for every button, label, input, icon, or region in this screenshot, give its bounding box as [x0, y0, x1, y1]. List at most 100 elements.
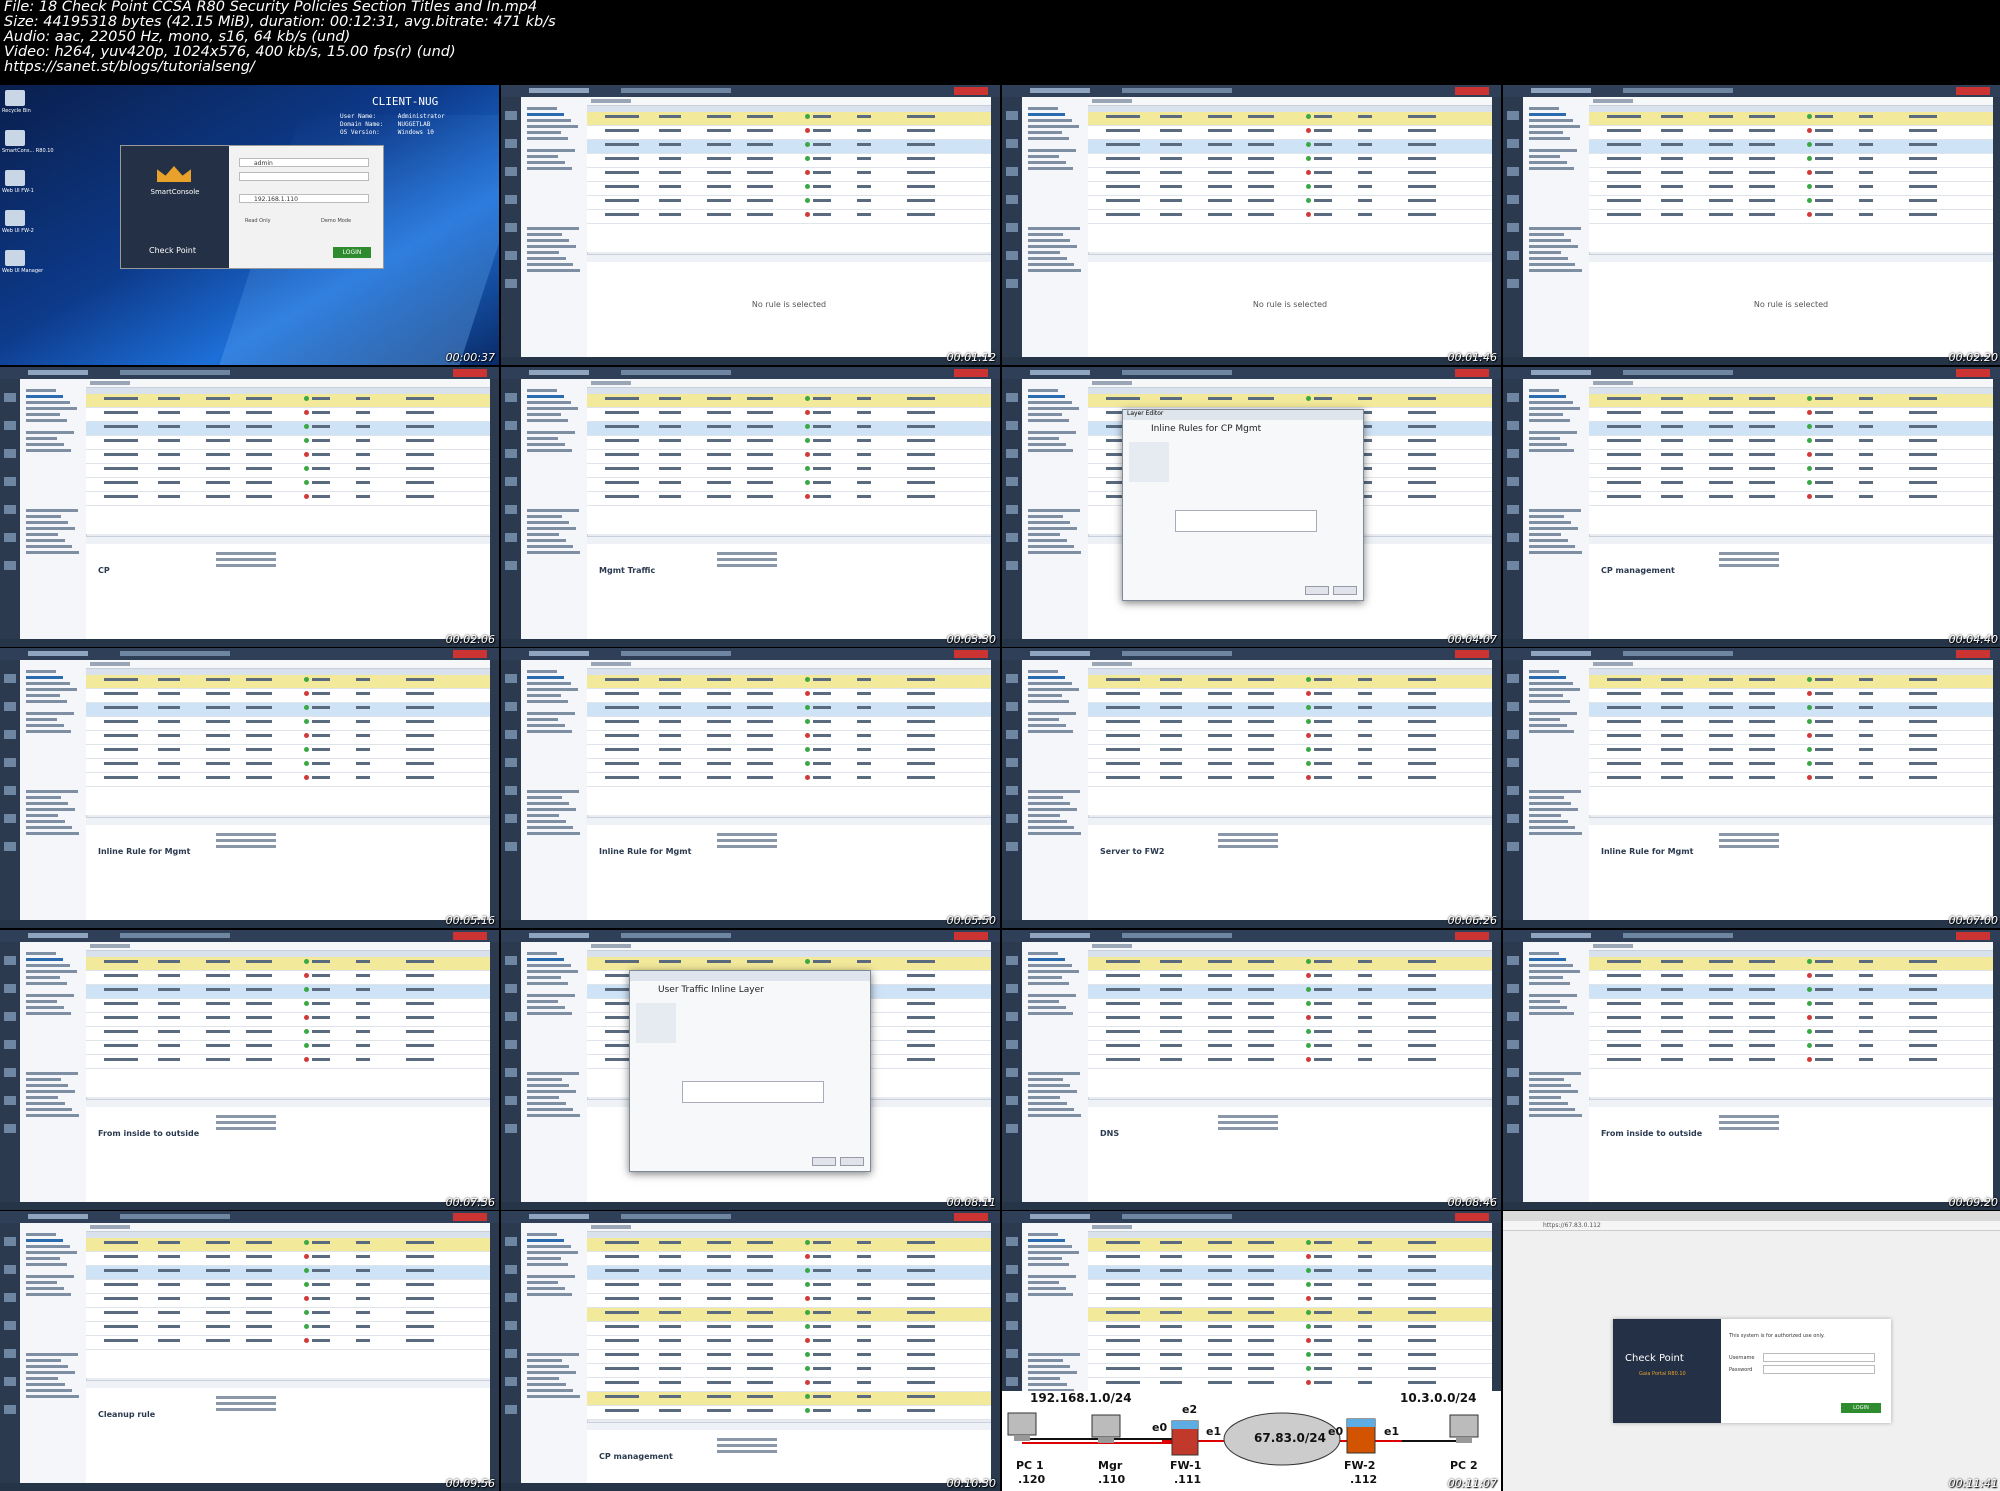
policy-rule-row[interactable] [86, 450, 490, 464]
policy-tree-item[interactable] [1529, 700, 1570, 703]
nav-view-icon[interactable] [4, 984, 16, 993]
policy-rule-row[interactable] [86, 985, 490, 999]
policy-tree-item[interactable] [1529, 1108, 1575, 1111]
policy-tree-item[interactable] [1529, 533, 1561, 536]
video-frame-thumbnail[interactable]: Inline Rule for Mgmt 00:05:16 [0, 648, 499, 928]
policy-tree-item[interactable] [1028, 820, 1067, 823]
policy-tree-item[interactable] [527, 1263, 568, 1266]
nav-view-icon[interactable] [505, 477, 517, 486]
nav-view-icon[interactable] [505, 1237, 517, 1246]
policy-tree-item[interactable] [1529, 539, 1568, 542]
policy-rule-row[interactable] [1589, 689, 1993, 703]
policy-tab-bar[interactable] [86, 660, 490, 669]
video-frame-thumbnail[interactable]: No rule is selected 00:01:12 [501, 85, 1000, 365]
policy-rule-row[interactable] [587, 182, 991, 196]
policy-rule-row[interactable] [86, 394, 490, 408]
username-input[interactable] [1763, 1353, 1875, 1362]
policy-tree-item[interactable] [527, 515, 562, 518]
nav-view-icon[interactable] [1507, 956, 1519, 965]
video-frame-thumbnail[interactable]: DNS 00:08:46 [1002, 930, 1501, 1210]
policy-tree-item[interactable] [527, 808, 576, 811]
policy-tree-item[interactable] [26, 1102, 65, 1105]
nav-view-icon[interactable] [4, 702, 16, 711]
policy-tree-item[interactable] [26, 826, 72, 829]
policy-tree-item[interactable] [1028, 257, 1067, 260]
video-frame-thumbnail[interactable]: Inline Rule for Mgmt 00:07:00 [1503, 648, 2000, 928]
policy-rule-row[interactable] [587, 1392, 991, 1406]
nav-view-icon[interactable] [4, 1096, 16, 1105]
policy-tree-item[interactable] [527, 395, 564, 398]
policy-tree-item[interactable] [26, 790, 78, 793]
policy-tree-item[interactable] [1529, 1090, 1578, 1093]
tab-standard[interactable] [90, 662, 130, 666]
policy-tree[interactable] [1022, 379, 1089, 639]
tab-standard[interactable] [1593, 381, 1633, 385]
nav-view-icon[interactable] [1006, 1293, 1018, 1302]
policy-tree-item[interactable] [527, 449, 572, 452]
policy-tree-item[interactable] [1529, 730, 1574, 733]
nav-view-icon[interactable] [4, 786, 16, 795]
policy-tree-item[interactable] [1529, 389, 1559, 392]
policy-tree-item[interactable] [26, 700, 67, 703]
details-tabs[interactable] [1589, 536, 1993, 544]
policy-tab-bar[interactable] [587, 1223, 991, 1232]
policy-tree-item[interactable] [1529, 952, 1559, 955]
policy-rule-row[interactable] [1088, 1055, 1492, 1069]
policy-tree-item[interactable] [527, 269, 580, 272]
left-navigation-bar[interactable] [1002, 379, 1022, 639]
nav-view-icon[interactable] [1507, 814, 1519, 823]
tab-standard[interactable] [90, 944, 130, 948]
policy-tree-item[interactable] [1028, 113, 1065, 116]
policy-tree-item[interactable] [26, 724, 64, 727]
read-only-checkbox[interactable]: Read Only [245, 218, 271, 224]
desktop-shortcut-icon[interactable] [5, 250, 25, 266]
policy-tree-item[interactable] [527, 970, 578, 973]
policy-tree-item[interactable] [527, 1395, 580, 1398]
policy-tree-item[interactable] [1529, 449, 1574, 452]
nav-view-icon[interactable] [4, 730, 16, 739]
nav-view-icon[interactable] [505, 1293, 517, 1302]
policy-tree-item[interactable] [1529, 407, 1580, 410]
policy-rule-row[interactable] [1589, 154, 1993, 168]
policy-tab-bar[interactable] [587, 379, 991, 388]
policy-rule-row[interactable] [86, 1294, 490, 1308]
policy-rule-row[interactable] [587, 703, 991, 717]
policy-tree-item[interactable] [26, 443, 64, 446]
nav-view-icon[interactable] [1006, 1349, 1018, 1358]
left-navigation-bar[interactable] [0, 1223, 20, 1483]
policy-rule-row[interactable] [587, 675, 991, 689]
right-object-bar[interactable] [991, 660, 1000, 920]
policy-tree-item[interactable] [26, 1114, 79, 1117]
left-navigation-bar[interactable] [1002, 660, 1022, 920]
policy-tree-item[interactable] [1529, 119, 1573, 122]
policy-tab-bar[interactable] [1088, 1223, 1492, 1232]
policy-rule-row[interactable] [1589, 478, 1993, 492]
policy-tree-item[interactable] [26, 712, 74, 715]
nav-view-icon[interactable] [4, 477, 16, 486]
nav-view-icon[interactable] [4, 1124, 16, 1133]
policy-rule-row[interactable] [86, 478, 490, 492]
right-object-bar[interactable] [991, 1223, 1000, 1483]
policy-tree-item[interactable] [26, 676, 63, 679]
policy-tree-item[interactable] [527, 245, 576, 248]
policy-rule-row[interactable] [1088, 1027, 1492, 1041]
policy-tree-item[interactable] [1028, 1359, 1063, 1362]
nav-view-icon[interactable] [505, 702, 517, 711]
policy-tree-item[interactable] [527, 443, 565, 446]
policy-tree-item[interactable] [527, 712, 575, 715]
policy-tree[interactable] [1523, 97, 1590, 357]
nav-view-icon[interactable] [1507, 1068, 1519, 1077]
policy-rule-row[interactable] [1589, 999, 1993, 1013]
demo-mode-checkbox[interactable]: Demo Mode [321, 218, 351, 224]
nav-view-icon[interactable] [505, 449, 517, 458]
policy-tree-item[interactable] [527, 814, 559, 817]
policy-tree-item[interactable] [26, 437, 57, 440]
policy-tree-item[interactable] [527, 1353, 579, 1356]
policy-tree-item[interactable] [527, 263, 573, 266]
policy-rule-row[interactable] [86, 703, 490, 717]
policy-tree-item[interactable] [527, 688, 578, 691]
policy-tree-item[interactable] [1529, 1096, 1561, 1099]
nav-view-icon[interactable] [505, 730, 517, 739]
policy-rule-row[interactable] [1088, 210, 1492, 224]
details-tabs[interactable] [1589, 254, 1993, 262]
